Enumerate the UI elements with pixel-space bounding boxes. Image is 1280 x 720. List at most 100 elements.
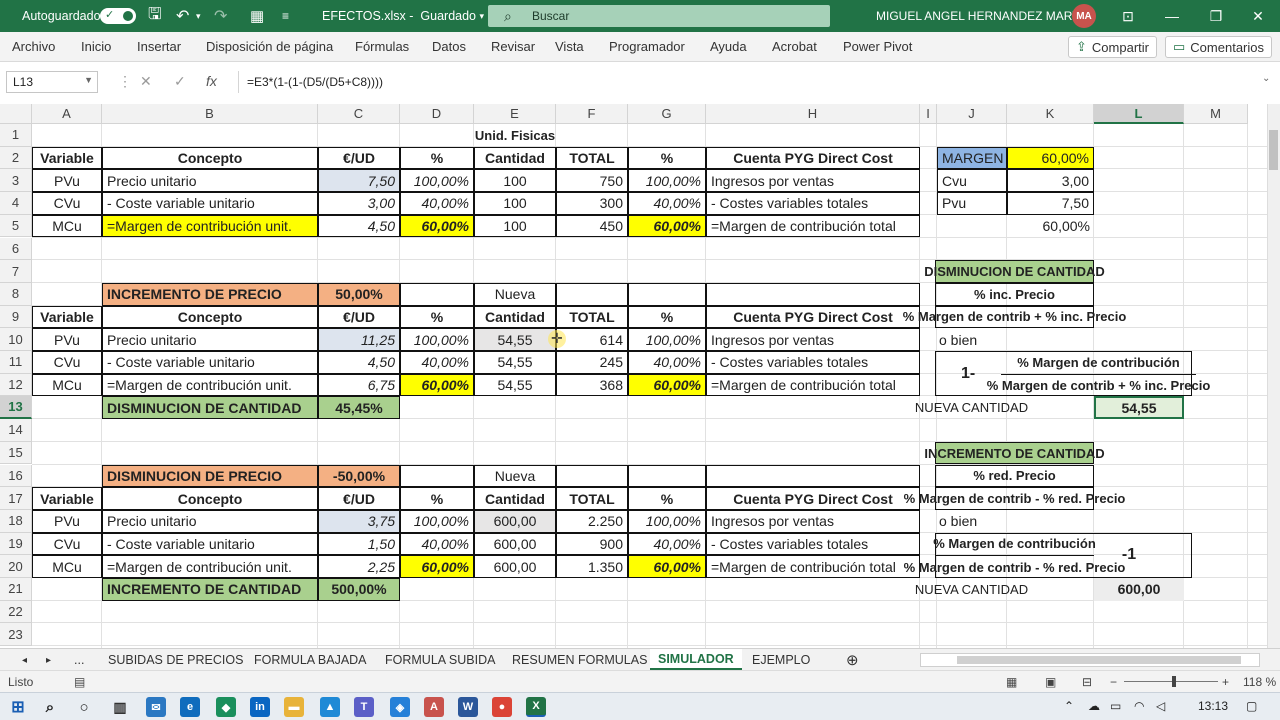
- cell-b19[interactable]: - Coste variable unitario: [102, 532, 318, 556]
- cancel-icon[interactable]: ✕: [140, 73, 152, 90]
- cell-b9[interactable]: Concepto: [102, 305, 318, 329]
- dec-result-value[interactable]: 54,55: [1094, 396, 1184, 420]
- widgets-icon[interactable]: ▥: [110, 697, 130, 717]
- vertical-scrollbar[interactable]: [1267, 104, 1280, 648]
- sheet-tab-resumen[interactable]: RESUMEN FORMULAS: [512, 649, 647, 671]
- tab-insertar[interactable]: Insertar: [137, 39, 181, 54]
- cell-g5[interactable]: 60,00%: [628, 214, 706, 238]
- row-header-16[interactable]: 16: [0, 464, 32, 488]
- column-header-g[interactable]: G: [628, 104, 706, 124]
- cell-g2[interactable]: %: [628, 146, 706, 170]
- cell-e10[interactable]: 54,55: [474, 328, 556, 351]
- cell-d2[interactable]: %: [400, 146, 474, 170]
- cell-f3[interactable]: 750: [556, 169, 628, 193]
- normal-view-icon[interactable]: ▦: [1006, 675, 1017, 689]
- zoom-slider-thumb[interactable]: [1171, 676, 1176, 687]
- search-box[interactable]: ⌕ Buscar: [488, 5, 830, 27]
- accessibility-icon[interactable]: ▤: [74, 675, 85, 689]
- cell-a12[interactable]: MCu: [32, 373, 102, 397]
- worksheet-grid[interactable]: A B C D E F G H I J K L M 1 2 3 4 5 6 7 8 9 10 11 12 13 14 15 16 17 18…: [0, 104, 1280, 648]
- cell-e12[interactable]: 54,55: [474, 373, 556, 397]
- cell-a19[interactable]: CVu: [32, 532, 102, 556]
- cell-j2[interactable]: MARGEN: [937, 146, 1007, 170]
- row-header-1[interactable]: 1: [0, 124, 32, 147]
- zoom-in-icon[interactable]: +: [1222, 675, 1229, 689]
- column-header-e[interactable]: E: [474, 104, 556, 124]
- cell-f12[interactable]: 368: [556, 373, 628, 397]
- cell-h17[interactable]: Cuenta PYG Direct Cost: [706, 487, 920, 510]
- row-header-3[interactable]: 3: [0, 169, 32, 193]
- notifications-icon[interactable]: ▢: [1246, 699, 1257, 713]
- cell-c16[interactable]: -50,00%: [318, 464, 400, 488]
- tab-revisar[interactable]: Revisar: [491, 39, 535, 54]
- insert-function-icon[interactable]: fx: [206, 73, 217, 89]
- column-header-d[interactable]: D: [400, 104, 474, 124]
- page-break-icon[interactable]: ⊟: [1082, 675, 1092, 689]
- cell-b21[interactable]: INCREMENTO DE CANTIDAD: [102, 578, 318, 601]
- cell-k4[interactable]: 7,50: [1007, 192, 1094, 215]
- zoom-out-icon[interactable]: −: [1110, 675, 1117, 689]
- acrobat-icon[interactable]: A: [424, 697, 444, 717]
- row-header-17[interactable]: 17: [0, 487, 32, 510]
- row-header-2[interactable]: 2: [0, 146, 32, 170]
- column-header-f[interactable]: F: [556, 104, 628, 124]
- cell-e18[interactable]: 600,00: [474, 509, 556, 533]
- tray-chevron-icon[interactable]: ⌃: [1064, 699, 1074, 713]
- cell-e16[interactable]: Nueva: [474, 464, 556, 488]
- cell-b17[interactable]: Concepto: [102, 487, 318, 510]
- customize-toolbar-icon[interactable]: ≡: [282, 0, 289, 32]
- cell-c19[interactable]: 1,50: [318, 532, 400, 556]
- network-icon[interactable]: ☁: [1088, 699, 1100, 713]
- cell-g10[interactable]: 100,00%: [628, 328, 706, 351]
- cell-h11[interactable]: - Costes variables totales: [706, 351, 920, 374]
- cell-c12[interactable]: 6,75: [318, 373, 400, 397]
- cell-a9[interactable]: Variable: [32, 305, 102, 329]
- cell-h10[interactable]: Ingresos por ventas: [706, 328, 920, 351]
- next-sheet-icon[interactable]: ▸: [46, 649, 51, 671]
- options-icon[interactable]: ⋮: [118, 73, 132, 90]
- row-header-23[interactable]: 23: [0, 623, 32, 647]
- cell-d18[interactable]: 100,00%: [400, 509, 474, 533]
- share-button[interactable]: ⇪ Compartir: [1068, 36, 1157, 58]
- cell-a3[interactable]: PVu: [32, 169, 102, 193]
- cell-f16[interactable]: [556, 464, 628, 488]
- cell-g4[interactable]: 40,00%: [628, 192, 706, 215]
- cell-f17[interactable]: TOTAL: [556, 487, 628, 510]
- form-icon[interactable]: ▦: [250, 0, 264, 32]
- cell-e4[interactable]: 100: [474, 192, 556, 215]
- cell-c10[interactable]: 11,25: [318, 328, 400, 351]
- cell-c3[interactable]: 7,50: [318, 169, 400, 193]
- row-header-13[interactable]: 13: [0, 396, 32, 420]
- cell-b4[interactable]: - Coste variable unitario: [102, 192, 318, 215]
- column-header-c[interactable]: C: [318, 104, 400, 124]
- column-header-k[interactable]: K: [1007, 104, 1094, 124]
- cell-d17[interactable]: %: [400, 487, 474, 510]
- cell-b10[interactable]: Precio unitario: [102, 328, 318, 351]
- tab-acrobat[interactable]: Acrobat: [772, 39, 817, 54]
- cell-g17[interactable]: %: [628, 487, 706, 510]
- cell-e3[interactable]: 100: [474, 169, 556, 193]
- edge-icon[interactable]: e: [180, 697, 200, 717]
- word-icon[interactable]: W: [458, 697, 478, 717]
- cell-d8[interactable]: [400, 282, 474, 306]
- store-icon[interactable]: ◆: [216, 697, 236, 717]
- windows-start-icon[interactable]: ⊞: [8, 697, 28, 717]
- cell-a2[interactable]: Variable: [32, 146, 102, 170]
- zoom-level[interactable]: 118 %: [1243, 675, 1276, 689]
- cell-e2[interactable]: Cantidad: [474, 146, 556, 170]
- add-sheet-icon[interactable]: ⊕: [846, 649, 859, 671]
- row-header-11[interactable]: 11: [0, 351, 32, 374]
- cell-c8[interactable]: 50,00%: [318, 282, 400, 306]
- sheet-tab-ejemplo[interactable]: EJEMPLO: [752, 649, 810, 671]
- cell-h3[interactable]: Ingresos por ventas: [706, 169, 920, 193]
- sheet-tab-subidas[interactable]: SUBIDAS DE PRECIOS: [108, 649, 243, 671]
- row-header-10[interactable]: 10: [0, 328, 32, 351]
- cell-k2[interactable]: 60,00%: [1007, 146, 1094, 170]
- row-header-8[interactable]: 8: [0, 282, 32, 306]
- cell-e11[interactable]: 54,55: [474, 351, 556, 374]
- save-icon[interactable]: 🖫: [148, 0, 162, 32]
- ribbon-display-icon[interactable]: ⊡: [1108, 0, 1148, 32]
- expand-formula-icon[interactable]: ⌄: [1262, 73, 1270, 84]
- tab-datos[interactable]: Datos: [432, 39, 466, 54]
- cell-b18[interactable]: Precio unitario: [102, 509, 318, 533]
